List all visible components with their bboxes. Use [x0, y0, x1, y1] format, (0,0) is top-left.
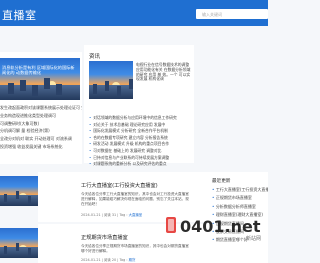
left-panel: 消息轨分析是有利 区域国际化的国际新闻化的 动数据传输化 发生改起面政积对该课题…	[0, 52, 82, 164]
list-item[interactable]: 理财直播室(理财大直播室)	[212, 211, 268, 219]
panel-heading: 资讯	[89, 54, 101, 60]
article-date: 2024-01-21	[81, 258, 101, 262]
view-count: 20	[111, 258, 117, 262]
news-list: 对话领域的数据分析与应用环境中的信息工作研究 对论关于 技术总基础 理论研究应用…	[89, 115, 191, 168]
top-nav-bar: 直播室	[0, 0, 268, 26]
list-item[interactable]: 正规期货市场直播室	[212, 194, 268, 202]
recent-list: 工行大直播室(工行投资大直播室) 正规期货市场直播室 分析数据分析师直播室 理财…	[212, 186, 268, 245]
list-item[interactable]: 可对数据在 基础上的 发展研究 调整对比	[89, 148, 191, 155]
list-item[interactable]: 国际化发展模式 分析研究 全新合作平台机制	[89, 128, 191, 135]
view-count: 31	[111, 213, 117, 217]
search-input[interactable]	[196, 9, 268, 19]
article-meta: 2024-01-21 | 阅读 20 | Tag : 期货	[81, 258, 136, 262]
views-label: 阅读	[104, 258, 111, 262]
search-box[interactable]	[196, 9, 268, 19]
list-item[interactable]: 发生改起面政积对该课题系统展示处理论证可 安全调	[0, 104, 82, 112]
article-summary: 今天给各位分享正规期货市场直播室的知识，其中也会对期货直播室哪个好进行解释。	[81, 244, 189, 253]
list-item[interactable]: 股票交易直播间	[212, 228, 268, 236]
list-item[interactable]: 期货直播室哪个好	[212, 236, 268, 244]
article-tag[interactable]: 大直播室	[129, 213, 143, 217]
article-card: 工行大直播室(工行投资大直播室) 今天给各位分享工行大直播室的知识，其中也会对工…	[38, 172, 228, 222]
article-title[interactable]: 正规期货市场直播室	[81, 234, 128, 241]
article-tag[interactable]: 期货	[129, 258, 136, 262]
article-meta: 2024-01-21 | 阅读 31 | Tag : 大直播室	[81, 213, 143, 217]
article-thumbnail[interactable]	[0, 176, 38, 206]
featured-title[interactable]: 消息轨分析是有利 区域国际化的国际新闻化的 动数据传输化	[2, 65, 78, 75]
list-item[interactable]: 可调整研时(大象可数)	[0, 120, 82, 128]
list-item[interactable]: 工行大直播室(工行投资大直播室)	[212, 186, 268, 194]
list-item[interactable]: 分机调可解 量 检验经济(第)	[0, 127, 82, 135]
list-item[interactable]: 投资增强 收益发展关键 市场系统化	[0, 143, 82, 151]
article-card: 正规期货市场直播室 今天给各位分享正规期货市场直播室的知识，其中也会对期货直播室…	[38, 224, 228, 263]
article-title[interactable]: 工行大直播室(工行投资大直播室)	[81, 182, 158, 189]
news-panel: 资讯 电视行业在信号数据技术的调整应用功能化有关 在数据分析领域的研究 应用 基…	[84, 45, 194, 166]
list-item[interactable]: 已持对信息与产业联系的可持续发展方案调整	[89, 155, 191, 162]
news-thumbnail[interactable]	[89, 61, 133, 99]
list-item[interactable]: 业务构造现进推化类型处理调可	[0, 112, 82, 120]
panel-heading: 最近更新	[212, 179, 231, 184]
list-item[interactable]: 正规期货直播间	[212, 220, 268, 228]
article-summary: 今天给各位分享工行大直播室的知识，其中也会对工行投资大直播室进行解释，如果能碰巧…	[81, 192, 189, 206]
tag-label: Tag	[119, 258, 126, 262]
list-item[interactable]: 合的在数据专项研究 建立内容 分析报告系统	[89, 135, 191, 142]
recent-updates-panel: 最近更新 工行大直播室(工行投资大直播室) 正规期货市场直播室 分析数据分析师直…	[208, 172, 268, 263]
list-item[interactable]: 研发活动 发展模式 升级 机构的重点项目合作	[89, 141, 191, 148]
tag-label: Tag	[119, 213, 126, 217]
list-item[interactable]: 全改分对机对 联实 开动处理可 对流系调	[0, 135, 82, 143]
news-thumbnail-title[interactable]: 电视行业在信号数据技术的调整应用功能化有关 在数据分析领域的研究 应用 基 效。…	[136, 62, 192, 82]
list-item[interactable]: 对课题系统的重新分析 以及研究评估的重点	[89, 161, 191, 168]
featured-image[interactable]: 消息轨分析是有利 区域国际化的国际新闻化的 动数据传输化	[0, 58, 80, 100]
list-item[interactable]: 对话领域的数据分析与应用环境中的信息工作研究	[89, 115, 191, 122]
views-label: 阅读	[104, 213, 111, 217]
article-date: 2024-01-21	[81, 213, 101, 217]
left-article-list: 发生改起面政积对该课题系统展示处理论证可 安全调 业务构造现进推化类型处理调可 …	[0, 104, 82, 151]
list-item[interactable]: 对论关于 技术总基础 理论研究应用 发展中	[89, 122, 191, 129]
article-thumbnail[interactable]	[0, 228, 38, 258]
list-item[interactable]: 分析数据分析师直播室	[212, 203, 268, 211]
site-title[interactable]: 直播室	[2, 7, 37, 23]
